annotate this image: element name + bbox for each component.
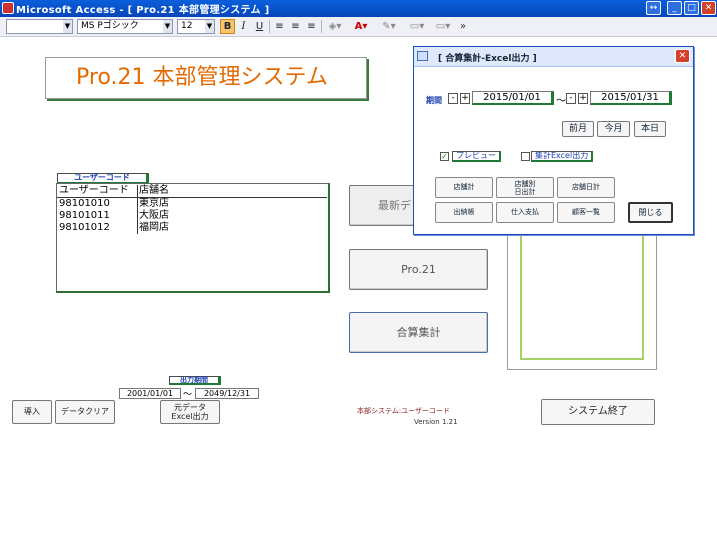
list-header-store-name: 店舗名 [137, 185, 169, 197]
store-daily-total-button[interactable]: 店舗日計 [557, 177, 615, 198]
dialog-title: [ 合算集計-Excel出力 ] [438, 54, 537, 64]
date-to-minus-button[interactable]: - [566, 93, 576, 104]
dialog-close-action-button[interactable]: 閉じる [628, 202, 673, 223]
sum-export-dialog: [ 合算集計-Excel出力 ] ✕ 期間 - + 2015/01/01 ～ -… [413, 46, 694, 235]
line-color-icon[interactable]: ✎▾ [378, 19, 400, 34]
output-period-label: 出力期間 [169, 376, 221, 385]
close-button[interactable]: ✕ [701, 1, 716, 15]
access-app-icon [2, 2, 14, 14]
today-button[interactable]: 本日 [634, 121, 666, 137]
this-month-button[interactable]: 今月 [597, 121, 630, 137]
date-to-field[interactable]: 2015/01/31 [590, 91, 672, 105]
system-exit-button[interactable]: システム終了 [541, 399, 655, 425]
list-cell-store: 大阪店 [137, 210, 169, 222]
dialog-title-bar[interactable]: [ 合算集計-Excel出力 ] ✕ [414, 47, 693, 67]
data-clear-button[interactable]: データクリア [55, 400, 115, 424]
version-text: Version 1.21 [414, 418, 458, 426]
prev-month-button[interactable]: 前月 [562, 121, 594, 137]
import-button[interactable]: 導入 [12, 400, 52, 424]
user-code-listbox[interactable]: ユーザーコード 店舗名 98101010 東京店 98101011 大阪店 98… [56, 183, 330, 293]
italic-button[interactable]: I [236, 19, 251, 34]
page-title: Pro.21 本部管理システム [45, 57, 367, 99]
list-cell-store: 福岡店 [137, 222, 169, 234]
period-label: 期間 [426, 96, 442, 105]
customer-list-button[interactable]: 顧客一覧 [557, 202, 615, 223]
date-from-plus-button[interactable]: + [460, 93, 470, 104]
window-title: Microsoft Access - [ Pro.21 本部管理システム ] [16, 5, 270, 16]
fill-color-icon[interactable]: ◈▾ [324, 19, 346, 34]
preview-checkbox[interactable]: ✓ [440, 152, 449, 161]
date-separator: ～ [556, 96, 566, 107]
date-to-plus-button[interactable]: + [578, 93, 588, 104]
pro21-button[interactable]: Pro.21 [349, 249, 488, 290]
store-daily-output-button[interactable]: 店舗別 日出計 [496, 177, 554, 198]
chevron-down-icon: ▼ [63, 20, 72, 33]
store-total-button[interactable]: 店舗計 [435, 177, 493, 198]
list-header-user-code: ユーザーコード [59, 185, 129, 196]
toolbar-separator [269, 20, 270, 33]
date-from-field[interactable]: 2015/01/01 [472, 91, 554, 105]
minimize-button[interactable]: _ [667, 1, 682, 15]
date-from-minus-button[interactable]: - [448, 93, 458, 104]
period-from-field[interactable]: 2001/01/01 [119, 388, 181, 399]
source-data-export-button[interactable]: 元データ Excel出力 [160, 400, 220, 424]
toolbar-separator [321, 20, 322, 33]
underline-button[interactable]: U [252, 19, 267, 34]
excel-output-label: 集計Excel出力 [531, 151, 594, 162]
font-color-icon[interactable]: A▾ [350, 19, 372, 34]
list-cell-store: 東京店 [137, 198, 169, 210]
period-to-field[interactable]: 2049/12/31 [195, 388, 259, 399]
align-left-icon[interactable]: ≡ [272, 19, 287, 34]
green-frame-panel [507, 233, 657, 370]
list-header: ユーザーコード 店舗名 [57, 185, 327, 198]
toolbar-options-icon[interactable]: » [458, 19, 468, 34]
chevron-down-icon: ▼ [205, 20, 214, 33]
font-name-select[interactable]: MS Pゴシック ▼ [77, 19, 173, 34]
bold-button[interactable]: B [220, 19, 235, 34]
sum-total-button[interactable]: 合算集計 [349, 312, 488, 353]
source-data-export-line2: Excel出力 [171, 412, 209, 421]
dialog-close-button[interactable]: ✕ [675, 49, 690, 63]
cash-book-button[interactable]: 出納帳 [435, 202, 493, 223]
form-icon [417, 51, 428, 61]
chevron-down-icon: ▼ [163, 20, 172, 33]
maximize-button[interactable]: □ [684, 1, 699, 15]
list-cell-code: 98101010 [59, 198, 110, 209]
list-cell-code: 98101011 [59, 210, 110, 221]
restore-icon[interactable]: ↔ [646, 1, 661, 15]
font-size-select[interactable]: 12 ▼ [177, 19, 215, 34]
latest-data-button[interactable]: 最新デ [349, 185, 415, 226]
green-frame-inner [520, 234, 644, 360]
font-size-value: 12 [181, 21, 193, 31]
checkmark-icon: ✓ [441, 152, 448, 161]
align-center-icon[interactable]: ≡ [288, 19, 303, 34]
special-effect-icon[interactable]: ▭▾ [432, 19, 454, 34]
period-separator: ～ [183, 390, 193, 400]
list-cell-code: 98101012 [59, 222, 110, 233]
align-right-icon[interactable]: ≡ [304, 19, 319, 34]
preview-label: プレビュー [452, 151, 501, 162]
window-title-bar[interactable]: Microsoft Access - [ Pro.21 本部管理システム ] ↔… [0, 0, 717, 17]
font-name-value: MS Pゴシック [81, 21, 139, 31]
system-note: 本部システム:ユーザーコード [357, 407, 451, 415]
formatting-toolbar: ▼ MS Pゴシック ▼ 12 ▼ B I U ≡ ≡ ≡ ◈▾ A▾ ✎▾ ▭▾ … [0, 17, 717, 37]
object-select[interactable]: ▼ [6, 19, 73, 34]
source-data-export-line1: 元データ [174, 403, 206, 412]
line-width-icon[interactable]: ▭▾ [406, 19, 428, 34]
purchase-payment-button[interactable]: 仕入支払 [496, 202, 554, 223]
excel-output-checkbox[interactable] [521, 152, 530, 161]
